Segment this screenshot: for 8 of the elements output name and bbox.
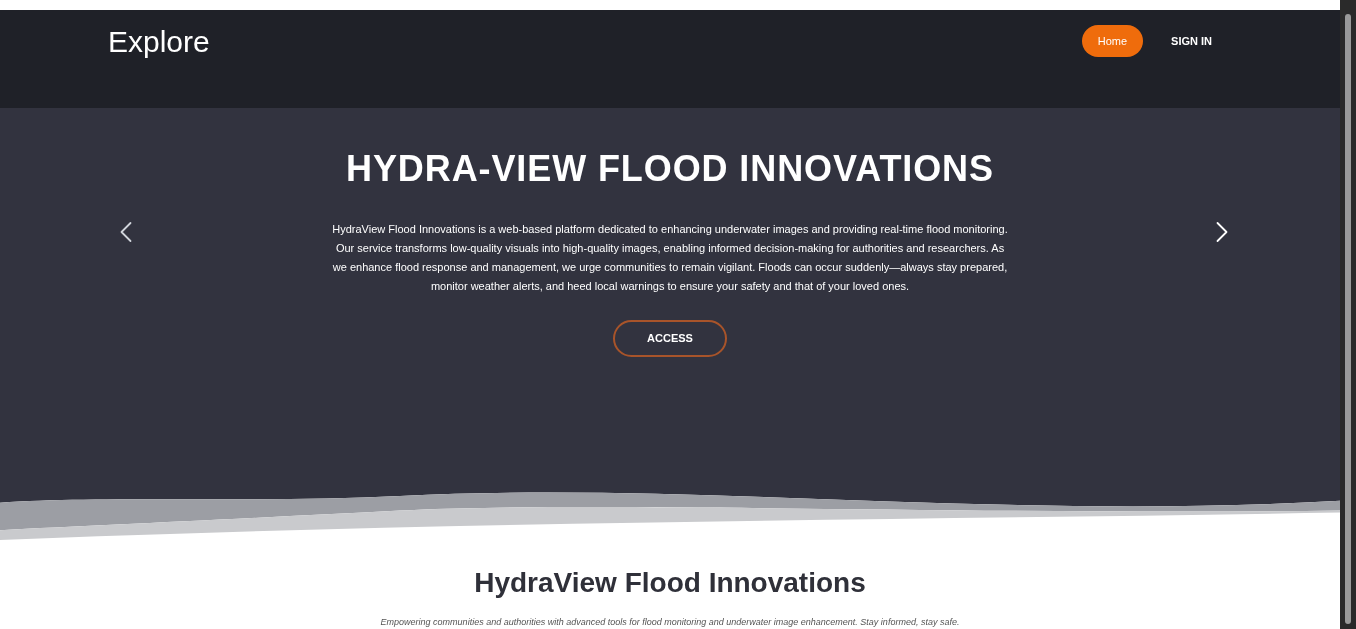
section-subtitle: Empowering communities and authorities with advanced tools for flood monitoring and underwater image enhancement. Stay informed, stay safe. — [380, 615, 960, 629]
section-title: HydraView Flood Innovations — [474, 565, 866, 600]
scrollbar[interactable] — [1340, 0, 1356, 629]
nav-link[interactable]: SIGN IN — [1163, 24, 1220, 58]
hero-title: HYDRA-VIEW FLOOD INNOVATIONS — [346, 147, 994, 192]
hero-description: HydraView Flood Innovations is a web-based platform dedicated to enhancing underwater images and providing real-time flood monitoring. Our service transforms low-quality visuals into high-quality images, enabling informed decision-making for authorities and researchers. As we enhance flood response and management, we urge communities to remain vigilant. Floods can occur suddenly—always stay prepared, monitor weather alerts, and heed local warnings to ensure your safety and that of your loved ones. — [331, 222, 1009, 295]
brand-logo[interactable]: Explore — [108, 18, 210, 64]
access-button[interactable]: ACCESS — [613, 320, 727, 357]
